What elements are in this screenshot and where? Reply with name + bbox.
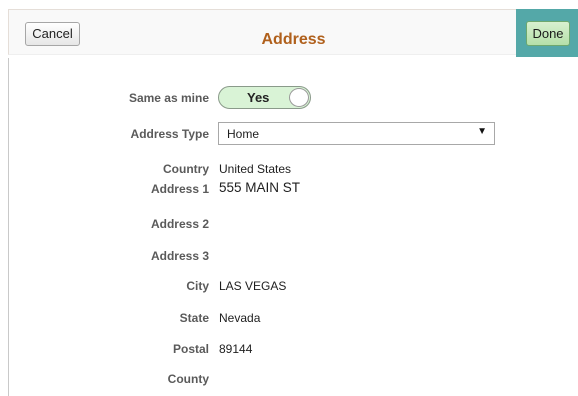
address1-label: Address 1	[150, 182, 209, 196]
postal-value: 89144	[219, 342, 253, 356]
dialog-left-border	[8, 58, 9, 396]
country-value: United States	[219, 162, 292, 176]
city-value: LAS VEGAS	[219, 279, 287, 293]
address-type-label: Address Type	[130, 127, 209, 141]
done-button[interactable]: Done	[526, 21, 570, 46]
address2-label: Address 2	[150, 217, 209, 231]
same-as-mine-label: Same as mine	[128, 91, 209, 105]
dropdown-arrow-icon: ▼	[477, 126, 487, 137]
address1-value: 555 MAIN ST	[219, 180, 301, 195]
address-dialog: Address Cancel Done Same as mine Yes Add…	[0, 0, 578, 396]
cancel-button[interactable]: Cancel	[25, 22, 80, 46]
country-label: Country	[163, 162, 209, 176]
address3-label: Address 3	[150, 249, 209, 263]
state-value: Nevada	[219, 311, 261, 325]
address-type-select[interactable]: Home ▼	[218, 122, 495, 145]
toggle-knob	[289, 88, 309, 107]
done-button-highlight: Done	[516, 9, 578, 57]
state-label: State	[179, 311, 209, 325]
dialog-header: Address	[8, 9, 578, 55]
city-label: City	[186, 279, 209, 293]
page-title: Address	[261, 31, 326, 48]
address-type-value: Home	[227, 127, 260, 141]
toggle-state-text: Yes	[247, 90, 270, 105]
same-as-mine-toggle[interactable]: Yes	[218, 86, 311, 109]
county-label: County	[167, 372, 209, 386]
postal-label: Postal	[172, 342, 209, 356]
